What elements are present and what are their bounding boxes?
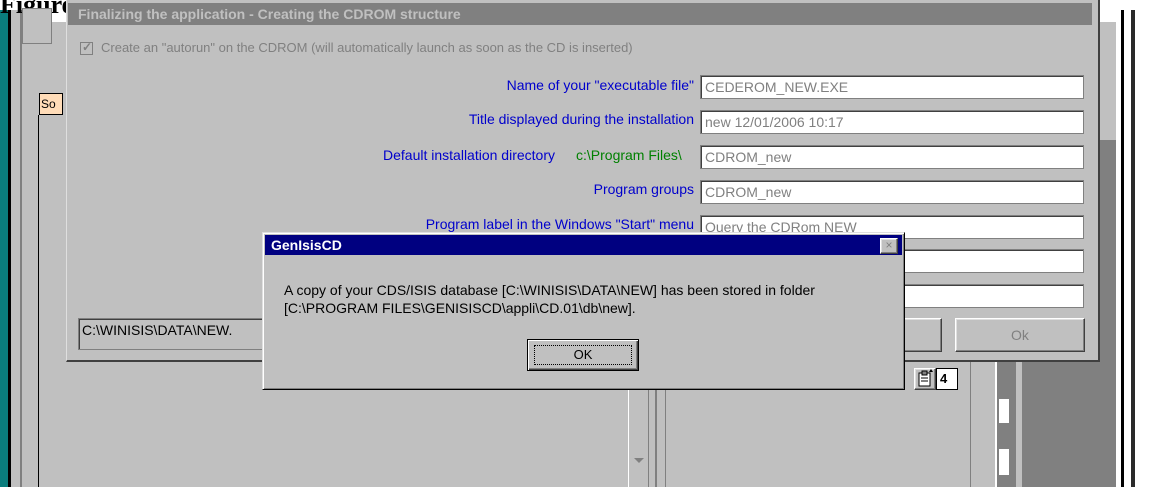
- autorun-label: Create an "autorun" on the CDROM (will a…: [101, 40, 633, 55]
- install-title-input[interactable]: new 12/01/2006 10:17: [700, 110, 1084, 134]
- dialog-title: GenIsisCD: [271, 237, 342, 253]
- side-tab-label: So: [41, 97, 56, 111]
- ok-button[interactable]: Ok: [955, 318, 1085, 352]
- extra-field-2[interactable]: [890, 284, 1084, 308]
- background-right-strip: [970, 360, 996, 487]
- window-frame: [11, 10, 20, 487]
- page-number-field[interactable]: 4: [936, 368, 958, 390]
- right-frame-inner: [1124, 10, 1131, 487]
- extra-field-1[interactable]: [890, 249, 1084, 273]
- background-toolbar-box: [22, 8, 52, 44]
- install-dir-prefix: c:\Program Files\: [576, 147, 682, 163]
- background-strip-field: [998, 398, 1010, 424]
- start-menu-label: Program label in the Windows "Start" men…: [425, 216, 694, 232]
- background-side-tab[interactable]: So: [39, 93, 63, 115]
- dialog-titlebar[interactable]: [265, 235, 902, 255]
- background-strip-field: [998, 448, 1010, 476]
- clipboard-icon: [918, 369, 933, 387]
- install-dir-input[interactable]: CDROM_new: [700, 145, 1084, 169]
- right-page-margin: [1135, 10, 1149, 487]
- window-frame-line: [20, 10, 22, 487]
- program-groups-label: Program groups: [593, 181, 694, 197]
- program-groups-input[interactable]: CDROM_new: [700, 180, 1084, 204]
- dialog-ok-label: OK: [534, 345, 632, 365]
- dialog-message-line2: [C:\PROGRAM FILES\GENISISCD\appli\CD.01\…: [284, 300, 636, 316]
- scroll-down-arrow-icon[interactable]: [634, 458, 644, 463]
- page-properties-button[interactable]: [914, 368, 936, 390]
- window-title: Finalizing the application - Creating th…: [68, 3, 1092, 25]
- close-icon[interactable]: ×: [880, 238, 898, 254]
- install-dir-label: Default installation directory: [383, 147, 555, 163]
- dialog-message-line1: A copy of your CDS/ISIS database [C:\WIN…: [284, 282, 815, 298]
- autorun-checkbox[interactable]: [80, 40, 93, 55]
- background-panel-divider: [38, 115, 39, 487]
- install-title-label: Title displayed during the installation: [468, 111, 694, 127]
- exe-name-label: Name of your "executable file": [506, 77, 694, 93]
- exe-name-input[interactable]: CEDEROM_NEW.EXE: [700, 75, 1084, 99]
- desktop-edge: [0, 10, 8, 487]
- database-path-field[interactable]: C:\WINISIS\DATA\NEW.: [78, 318, 276, 350]
